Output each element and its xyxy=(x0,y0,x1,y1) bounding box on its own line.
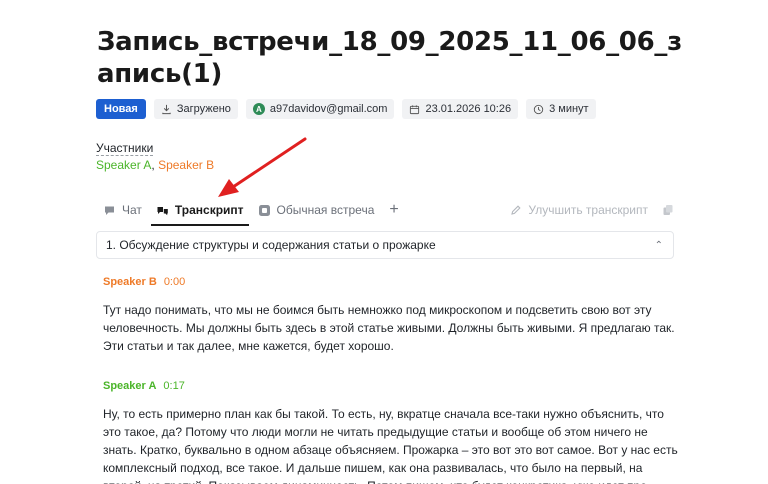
status-badge[interactable]: Новая xyxy=(96,99,146,119)
chevron-up-icon[interactable]: ⌃ xyxy=(655,240,663,251)
participants-separator: , xyxy=(151,158,155,172)
participants: Участники Speaker A, Speaker B xyxy=(96,140,214,173)
segment-header: Speaker A 0:17 xyxy=(103,379,678,393)
tab-chat[interactable]: Чат xyxy=(96,196,149,224)
owner-chip[interactable]: A a97davidov@gmail.com xyxy=(245,99,395,119)
participant-speaker-a[interactable]: Speaker A xyxy=(96,158,151,172)
tab-transcript[interactable]: Транскрипт xyxy=(149,196,251,226)
segment-text: Тут надо понимать, что мы не боимся быть… xyxy=(103,303,675,353)
transcript-section-header[interactable]: 1. Обсуждение структуры и содержания ста… xyxy=(96,231,674,259)
add-tab-button[interactable]: + xyxy=(381,196,406,224)
chat-icon xyxy=(105,206,114,215)
calendar-icon xyxy=(410,104,420,114)
duration-value: 3 минут xyxy=(549,103,589,115)
segment-timestamp[interactable]: 0:00 xyxy=(164,276,185,288)
segment-header: Speaker B 0:00 xyxy=(103,275,678,289)
download-icon xyxy=(162,104,171,114)
improve-transcript-label: Улучшить транскрипт xyxy=(528,203,648,217)
tab-transcript-label: Транскрипт xyxy=(174,203,244,217)
section-title: 1. Обсуждение структуры и содержания ста… xyxy=(106,238,436,252)
clock-icon xyxy=(533,104,544,114)
segment-text: Ну, то есть примерно план как бы такой. … xyxy=(103,407,678,484)
segment-speaker[interactable]: Speaker A xyxy=(103,380,156,392)
tab-meeting-type[interactable]: Обычная встреча xyxy=(251,196,382,224)
page-title: Запись_встречи_18_09_2025_11_06_06_запис… xyxy=(97,27,682,89)
segment-timestamp[interactable]: 0:17 xyxy=(163,380,184,392)
duration-chip: 3 минут xyxy=(526,99,596,119)
transcript-actions: Улучшить транскрипт xyxy=(510,203,674,217)
participant-speaker-b[interactable]: Speaker B xyxy=(158,158,214,172)
date-chip: 23.01.2026 10:26 xyxy=(402,99,519,119)
tab-chat-label: Чат xyxy=(122,203,142,217)
date-value: 23.01.2026 10:26 xyxy=(425,103,512,115)
pencil-icon xyxy=(511,205,521,215)
copy-icon[interactable] xyxy=(662,204,674,216)
tab-bar: Чат Транскрипт Обычная встреча + Улучшит… xyxy=(96,196,674,226)
transcript-segment: Speaker A 0:17 Ну, то есть примерно план… xyxy=(103,379,678,484)
owner-email: a97davidov@gmail.com xyxy=(269,103,388,115)
transcript-segment: Speaker B 0:00 Тут надо понимать, что мы… xyxy=(103,275,678,355)
transcript-icon xyxy=(157,206,168,215)
segment-speaker[interactable]: Speaker B xyxy=(103,276,157,288)
upload-status-chip: Загружено xyxy=(153,99,238,119)
participants-label: Участники xyxy=(96,141,154,156)
upload-label: Загружено xyxy=(176,103,231,115)
improve-transcript-button[interactable]: Улучшить транскрипт xyxy=(510,203,648,217)
meta-bar: Новая Загружено A a97davidov@gmail.com 2… xyxy=(96,99,596,119)
avatar: A xyxy=(252,103,265,115)
meeting-icon xyxy=(258,204,270,216)
participants-list: Speaker A, Speaker B xyxy=(96,157,214,173)
tab-meeting-type-label: Обычная встреча xyxy=(276,203,375,217)
